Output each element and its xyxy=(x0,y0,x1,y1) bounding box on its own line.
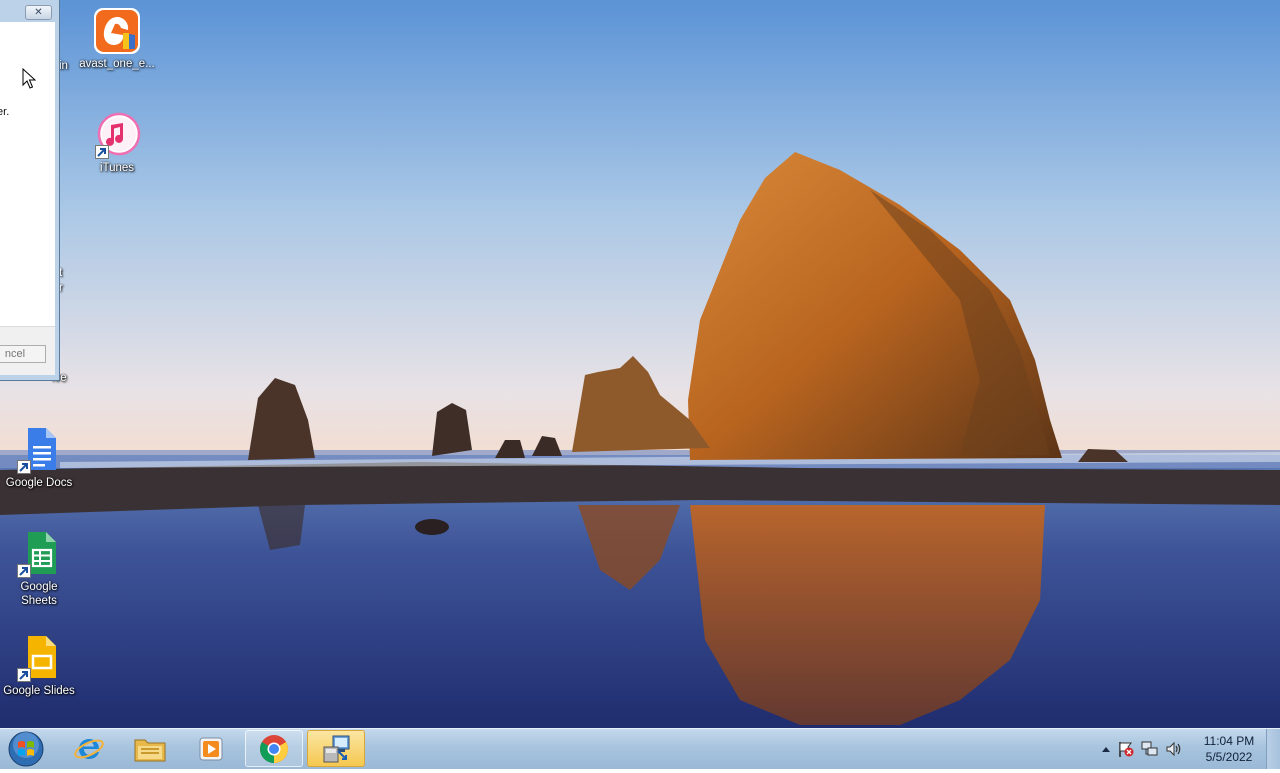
cancel-button[interactable]: ncel xyxy=(0,345,46,363)
avast-icon xyxy=(93,7,141,55)
dialog-titlebar[interactable]: ✕ xyxy=(0,0,59,22)
dialog-close-button[interactable]: ✕ xyxy=(25,5,52,20)
system-tray xyxy=(1098,729,1186,769)
internet-explorer-icon xyxy=(74,738,104,759)
taskbar-internet-explorer[interactable] xyxy=(60,730,118,767)
taskbar-media-player[interactable] xyxy=(182,730,240,767)
show-hidden-icons-button[interactable] xyxy=(1098,745,1114,753)
desktop-icon-label: avast_one_e... xyxy=(79,58,155,70)
installer-dialog: ✕ ter. ncel xyxy=(0,0,60,381)
windows-orb-icon xyxy=(8,731,44,767)
chrome-icon xyxy=(260,734,288,763)
itunes-icon xyxy=(93,111,141,159)
mouse-cursor-icon xyxy=(22,67,37,95)
show-desktop-button[interactable] xyxy=(1266,729,1280,769)
network-icon xyxy=(1141,741,1158,756)
desktop-icon-google-docs[interactable]: Google Docs xyxy=(1,426,77,490)
desktop-icon-itunes[interactable]: iTunes xyxy=(79,111,155,175)
desktop-wallpaper xyxy=(0,0,1280,768)
close-icon: ✕ xyxy=(34,7,43,18)
desktop-icon-label: iTunes xyxy=(99,162,135,174)
file-explorer-icon xyxy=(134,739,166,761)
action-center-button[interactable] xyxy=(1114,740,1138,758)
google-sheets-icon xyxy=(15,530,63,578)
desktop-icon-label: Google Sheets xyxy=(20,581,58,607)
taskbar-file-explorer[interactable] xyxy=(121,730,179,767)
show-hidden-icons-icon xyxy=(1102,747,1110,752)
taskbar-chrome[interactable] xyxy=(245,730,303,767)
media-player-icon xyxy=(199,737,223,760)
shortcut-arrow-icon xyxy=(17,460,31,474)
desktop-icon-google-slides[interactable]: Google Slides xyxy=(1,634,77,698)
shortcut-arrow-icon xyxy=(95,145,109,159)
taskbar-clock[interactable]: 11:04 PM 5/5/2022 xyxy=(1196,733,1262,765)
action-center-flag-icon xyxy=(1119,742,1134,757)
google-docs-icon xyxy=(15,426,63,474)
volume-button[interactable] xyxy=(1162,740,1186,758)
taskbar-installer[interactable] xyxy=(307,730,365,767)
google-slides-icon xyxy=(15,634,63,682)
desktop-icon-label: Google Docs xyxy=(5,477,73,489)
taskbar: 11:04 PM 5/5/2022 xyxy=(0,728,1280,769)
dialog-footer: ncel xyxy=(0,326,55,375)
dialog-message-text: ter. xyxy=(0,106,10,118)
shortcut-arrow-icon xyxy=(17,668,31,682)
network-button[interactable] xyxy=(1138,740,1162,758)
start-button[interactable] xyxy=(6,730,46,768)
installer-icon xyxy=(323,735,350,762)
shortcut-arrow-icon xyxy=(17,564,31,578)
partial-icon-label: in xyxy=(59,60,68,72)
clock-time: 11:04 PM xyxy=(1203,734,1255,748)
volume-icon xyxy=(1166,741,1181,757)
desktop-icon-label: Google Slides xyxy=(3,685,75,697)
desktop-icon-avast[interactable]: avast_one_e... xyxy=(79,7,155,71)
clock-date: 5/5/2022 xyxy=(1205,750,1253,764)
desktop-icon-google-sheets[interactable]: Google Sheets xyxy=(1,530,77,608)
